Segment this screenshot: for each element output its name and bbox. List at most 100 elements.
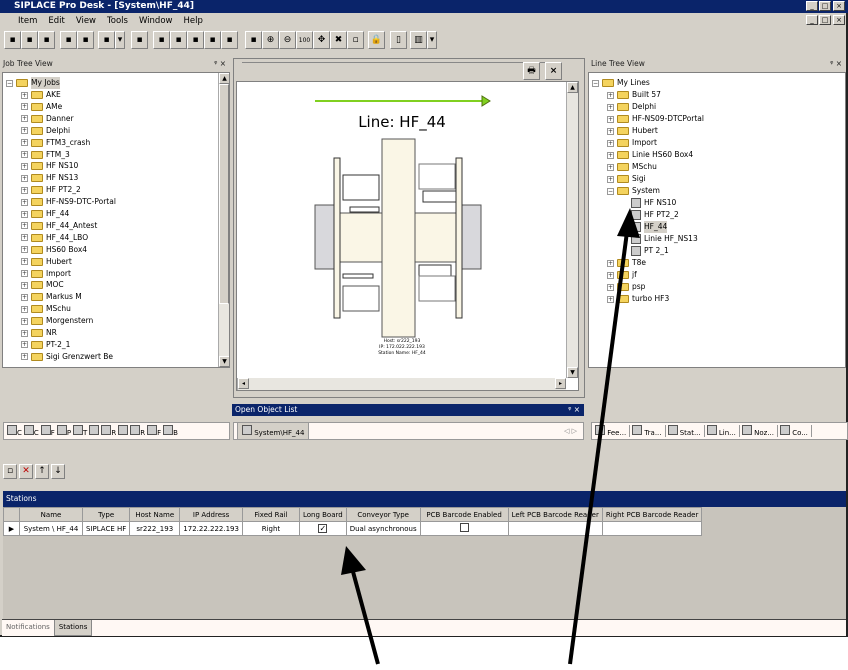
tree-item[interactable]: HF PT2_2 (631, 209, 679, 221)
column-header[interactable]: Long Board (298, 507, 347, 522)
menu-view[interactable]: View (76, 14, 96, 28)
measure-dropdown-button[interactable]: ▾ (427, 31, 437, 49)
tree-item[interactable]: + HF_44_Antest (21, 220, 97, 232)
cell-pcb_barcode[interactable] (419, 521, 509, 536)
cell-ip[interactable]: 172.22.222.193 (179, 521, 243, 536)
print-button[interactable]: 🖶 (523, 62, 540, 80)
column-header[interactable]: Type (81, 507, 131, 522)
expand-icon[interactable]: + (607, 103, 614, 111)
expand-icon[interactable]: + (21, 115, 28, 123)
cell-right_reader[interactable] (601, 521, 703, 536)
expand-icon[interactable]: + (21, 222, 28, 230)
tree-item[interactable]: + NR (21, 327, 57, 339)
pin-close-icons[interactable]: ᵠ × (830, 58, 842, 70)
tree-item[interactable]: + Hubert (21, 256, 72, 268)
station5-button[interactable]: ▪ (221, 31, 238, 49)
tool-tab[interactable] (118, 425, 129, 437)
menu-window[interactable]: Window (139, 14, 173, 28)
tree-item[interactable]: + FTM_3 (21, 149, 70, 161)
tree-item[interactable]: + Markus M (21, 291, 82, 303)
lock-button[interactable]: 🔒 (368, 31, 385, 49)
expand-icon[interactable]: + (21, 186, 28, 194)
expand-icon[interactable]: + (21, 281, 28, 289)
cell-long_board[interactable]: ✓ (298, 521, 347, 536)
zoom-100-button[interactable]: 100 (296, 31, 313, 49)
close-document-button[interactable]: × (545, 62, 562, 80)
tab-scroll-arrows[interactable]: ◁ ▷ (564, 427, 577, 435)
tree-item[interactable]: + Hubert (607, 125, 658, 137)
expand-icon[interactable]: + (607, 91, 614, 99)
scroll-up-button[interactable]: ▲ (567, 82, 578, 93)
tree-item[interactable]: + AKE (21, 89, 61, 101)
vertical-scrollbar[interactable]: ▲ ▼ (566, 82, 578, 378)
pan-button[interactable]: ✥ (313, 31, 330, 49)
undo-button[interactable]: ▪ (60, 31, 77, 49)
tree-item[interactable]: + Linie HS60 Box4 (607, 149, 693, 161)
tool-tab[interactable]: R (130, 425, 145, 437)
zoom-window-button[interactable]: ▪ (245, 31, 262, 49)
tree-item[interactable]: HF NS10 (631, 197, 676, 209)
expand-icon[interactable]: + (607, 283, 614, 291)
tool-tab[interactable]: T (73, 425, 87, 437)
expand-icon[interactable]: + (21, 258, 28, 266)
tree-item[interactable]: + HF_44_LBO (21, 232, 88, 244)
tree-item[interactable]: − My Jobs (6, 77, 60, 89)
expand-icon[interactable]: + (21, 139, 28, 147)
move-up-button[interactable]: ↑ (35, 464, 49, 479)
menu-edit[interactable]: Edit (48, 14, 64, 28)
column-header[interactable]: Conveyor Type (345, 507, 421, 522)
tab-system-hf44[interactable]: System\HF_44 (237, 423, 310, 439)
expand-icon[interactable]: + (21, 329, 28, 337)
tree-item[interactable]: + Delphi (607, 101, 656, 113)
expand-icon[interactable]: + (607, 127, 614, 135)
tree-item[interactable]: + HF-NS9-DTC-Portal (21, 196, 116, 208)
scroll-up-button[interactable]: ▲ (219, 73, 229, 84)
tree-item[interactable]: − System (607, 185, 660, 197)
row-selector[interactable]: ▶ (3, 521, 20, 536)
tree-item[interactable]: + psp (607, 281, 645, 293)
scroll-down-button[interactable]: ▼ (567, 367, 578, 378)
mdi-restore-button[interactable]: □ (819, 15, 831, 25)
expand-icon[interactable]: + (21, 341, 28, 349)
tree-item[interactable]: + T8e (607, 257, 646, 269)
tree-item[interactable]: + jf (607, 269, 637, 281)
tree-item[interactable]: + Built 57 (607, 89, 661, 101)
expand-icon[interactable]: + (21, 91, 28, 99)
column-header[interactable]: Left PCB Barcode Reader (507, 507, 603, 522)
tree-item[interactable]: + Danner (21, 113, 74, 125)
tool-tab[interactable]: F (147, 425, 161, 437)
fit-button[interactable]: ▫ (347, 31, 364, 49)
tool-tab[interactable] (89, 425, 100, 437)
expand-icon[interactable]: + (607, 175, 614, 183)
pin-close-icons[interactable]: ᵠ × (568, 404, 580, 416)
mdi-close-button[interactable]: × (833, 15, 845, 25)
expand-icon[interactable]: + (607, 139, 614, 147)
expand-icon[interactable]: + (21, 127, 28, 135)
job-tree[interactable]: − My Jobs + AKE + AMe + Danner + Delphi + FTM3_cras… (2, 72, 230, 368)
expand-icon[interactable]: + (21, 293, 28, 301)
tree-item[interactable]: + FTM3_crash (21, 137, 90, 149)
tool-tab[interactable]: B (163, 425, 178, 437)
tree-item[interactable]: + MOC (21, 279, 64, 291)
scroll-left-button[interactable]: ◂ (238, 378, 249, 389)
column-header[interactable]: Fixed Rail (241, 507, 300, 522)
tool-tab[interactable]: Noz... (741, 425, 778, 437)
expand-icon[interactable]: + (21, 174, 28, 182)
expand-icon[interactable]: + (21, 353, 28, 361)
line-tree[interactable]: − My Lines + Built 57 + Delphi + HF-NS09-DTCPor… (588, 72, 846, 368)
minimize-button[interactable]: _ (806, 1, 818, 11)
station2-button[interactable]: ▪ (170, 31, 187, 49)
cell-fixed_rail[interactable]: Right (241, 521, 300, 536)
measure-button[interactable]: ▥ (410, 31, 427, 49)
tree-item[interactable]: + HF NS13 (21, 172, 78, 184)
tree-item[interactable]: + AMe (21, 101, 62, 113)
tool-tab[interactable]: Stat... (667, 425, 705, 437)
new-button[interactable]: ▪ (4, 31, 21, 49)
zoom-out-button[interactable]: ⊖ (279, 31, 296, 49)
column-header[interactable]: IP Address (179, 507, 243, 522)
menu-help[interactable]: Help (183, 14, 202, 28)
layout-button[interactable]: ▪ (131, 31, 148, 49)
expand-icon[interactable]: + (607, 295, 614, 303)
expand-icon[interactable]: + (21, 317, 28, 325)
tool-tab[interactable]: Fee... (595, 425, 631, 437)
